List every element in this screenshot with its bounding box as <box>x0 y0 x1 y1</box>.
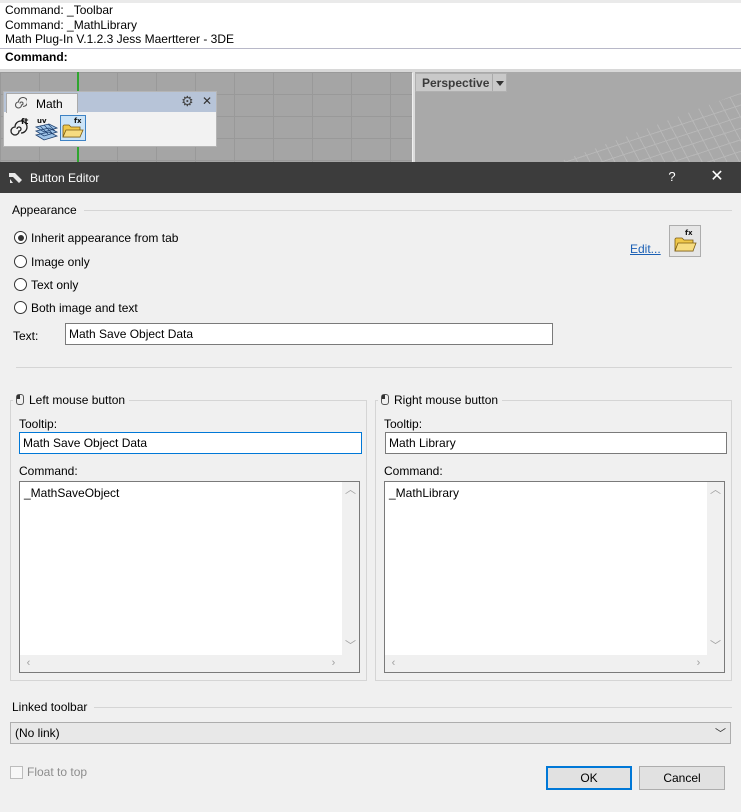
right-command-textarea[interactable]: _MathLibrary ︿ ﹀ ‹ › <box>384 481 725 673</box>
fx-label: fx <box>685 229 693 237</box>
math-function-button[interactable]: ft <box>7 115 33 141</box>
vertical-scrollbar[interactable]: ︿ ﹀ <box>707 482 724 655</box>
radio-button[interactable] <box>14 301 27 314</box>
cancel-button[interactable]: Cancel <box>639 766 725 790</box>
scroll-left-icon[interactable]: ‹ <box>385 655 402 672</box>
left-mouse-label: Left mouse button <box>29 393 126 407</box>
tab-math[interactable]: Math <box>6 93 78 113</box>
math-surface-button[interactable]: uv <box>33 115 59 141</box>
uv-label: uv <box>37 117 47 125</box>
radio-label: Text only <box>31 278 79 292</box>
command-history-line: Command: _MathLibrary <box>5 18 138 32</box>
radio-label: Both image and text <box>31 301 138 315</box>
linked-toolbar-divider <box>12 707 732 708</box>
math-spiral-icon <box>13 96 29 110</box>
edit-image-link[interactable]: Edit... <box>630 242 661 256</box>
horizontal-scrollbar[interactable]: ‹ › <box>385 655 707 672</box>
chevron-down-icon[interactable]: ﹀ <box>715 725 726 741</box>
vertical-scrollbar[interactable]: ︿ ﹀ <box>342 482 359 655</box>
mouse-right-icon <box>381 394 389 405</box>
math-toolbar: Math ⚙ ✕ ft uv fx <box>3 91 217 147</box>
radio-button[interactable] <box>14 255 27 268</box>
radio-button[interactable] <box>14 231 27 244</box>
scroll-left-icon[interactable]: ‹ <box>20 655 37 672</box>
linked-toolbar-value: (No link) <box>15 726 60 740</box>
tab-label: Math <box>36 97 63 111</box>
chevron-down-icon[interactable] <box>492 74 506 91</box>
left-mouse-title: Left mouse button <box>13 393 130 407</box>
scroll-right-icon[interactable]: › <box>325 655 342 672</box>
mouse-left-icon <box>16 394 24 405</box>
right-mouse-label: Right mouse button <box>394 393 499 407</box>
gear-icon[interactable]: ⚙ <box>181 94 196 109</box>
viewport-title: Perspective <box>422 76 490 90</box>
rhino-app-icon <box>7 169 24 186</box>
scroll-corner <box>707 655 724 672</box>
command-history-line: Math Plug-In V.1.2.3 Jess Maertterer - 3… <box>5 32 234 46</box>
scroll-up-icon[interactable]: ︿ <box>342 482 359 499</box>
tooltip-label: Tooltip: <box>384 417 423 431</box>
button-text-input[interactable]: Math Save Object Data <box>65 323 553 345</box>
right-command-text: _MathLibrary <box>389 486 460 500</box>
radio-button[interactable] <box>14 278 27 291</box>
tooltip-label: Tooltip: <box>19 417 58 431</box>
radio-label: Inherit appearance from tab <box>31 231 179 245</box>
float-to-top-checkbox[interactable] <box>10 766 23 779</box>
right-mouse-group: Right mouse button Tooltip: Math Library… <box>375 393 732 681</box>
appearance-divider <box>12 210 732 211</box>
command-label: Command: <box>384 464 443 478</box>
math-save-object-button[interactable]: fx <box>60 115 86 141</box>
scroll-up-icon[interactable]: ︿ <box>707 482 724 499</box>
right-mouse-title: Right mouse button <box>378 393 503 407</box>
ok-button[interactable]: OK <box>546 766 632 790</box>
text-field-label: Text: <box>13 329 39 343</box>
command-prompt[interactable]: Command: <box>5 50 68 65</box>
viewport-title-tab[interactable]: Perspective <box>415 73 507 92</box>
command-history-line: Command: _Toolbar <box>5 3 114 17</box>
left-command-text: _MathSaveObject <box>24 486 120 500</box>
linked-toolbar-label: Linked toolbar <box>12 700 95 714</box>
left-tooltip-input[interactable]: Math Save Object Data <box>19 432 362 454</box>
right-tooltip-input[interactable]: Math Library <box>385 432 727 454</box>
close-button[interactable]: ✕ <box>708 168 726 186</box>
command-divider <box>0 48 741 49</box>
command-label: Command: <box>19 464 78 478</box>
scroll-down-icon[interactable]: ﹀ <box>342 638 359 655</box>
float-to-top-label: Float to top <box>27 765 88 779</box>
help-button[interactable]: ? <box>664 168 680 186</box>
scroll-right-icon[interactable]: › <box>690 655 707 672</box>
horizontal-scrollbar[interactable]: ‹ › <box>20 655 342 672</box>
close-icon[interactable]: ✕ <box>202 93 214 109</box>
fx-label: fx <box>74 117 82 125</box>
appearance-group-label: Appearance <box>12 203 84 217</box>
linked-toolbar-select[interactable]: (No link) ﹀ <box>10 722 731 744</box>
dialog-title: Button Editor <box>30 171 100 185</box>
button-image-preview[interactable]: fx <box>669 225 701 257</box>
left-command-textarea[interactable]: _MathSaveObject ︿ ﹀ ‹ › <box>19 481 360 673</box>
left-mouse-group: Left mouse button Tooltip: Math Save Obj… <box>10 393 367 681</box>
scroll-corner <box>342 655 359 672</box>
scroll-down-icon[interactable]: ﹀ <box>707 638 724 655</box>
dialog-title-bar[interactable]: Button Editor ? ✕ <box>0 162 741 193</box>
separator <box>16 367 732 368</box>
command-history-panel: Command: _Toolbar Command: _MathLibrary … <box>0 0 741 73</box>
radio-label: Image only <box>31 255 90 269</box>
ft-label: ft <box>21 117 28 126</box>
